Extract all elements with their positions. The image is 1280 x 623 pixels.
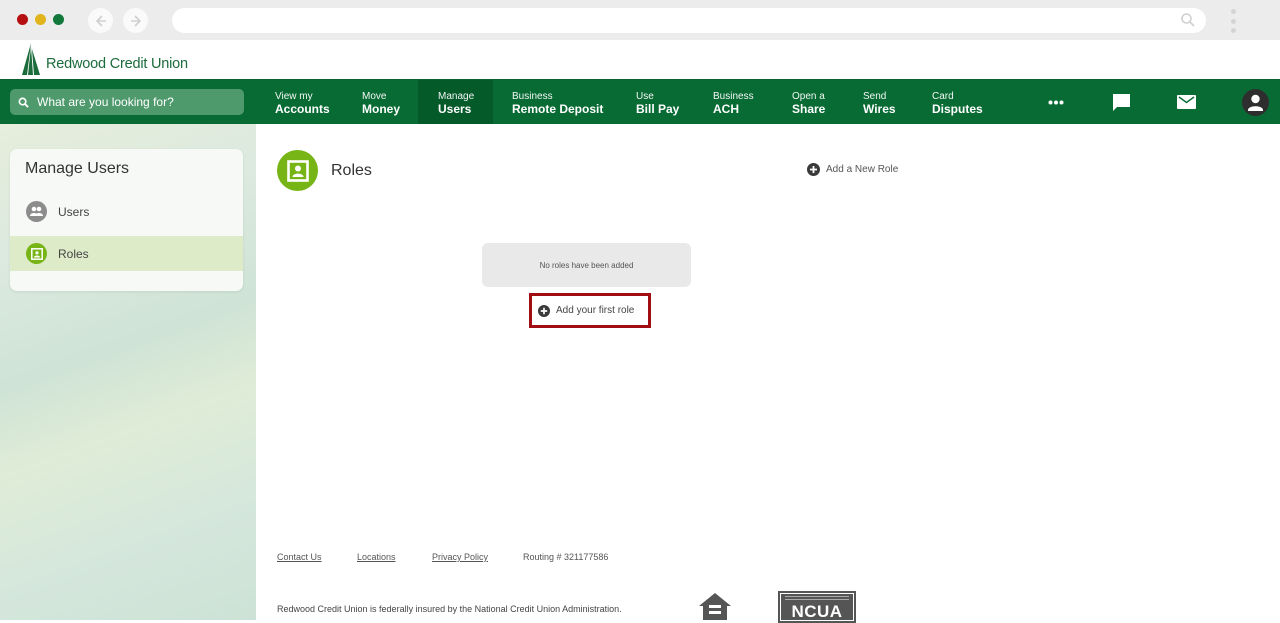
main-navigation: View my Accounts Move Money Manage Users…: [0, 79, 1280, 124]
nav-label-main: Accounts: [275, 102, 330, 116]
nav-move-money[interactable]: Move Money: [362, 80, 400, 124]
insurance-disclaimer: Redwood Credit Union is federally insure…: [277, 604, 622, 614]
chat-button[interactable]: [1110, 80, 1132, 124]
nav-label-top: Use: [636, 91, 654, 102]
footer-link-privacy-policy[interactable]: Privacy Policy: [432, 552, 488, 562]
redwood-tree-icon: [22, 43, 40, 75]
chat-icon: [1112, 93, 1130, 111]
nav-label-top: Move: [362, 91, 387, 102]
nav-view-accounts[interactable]: View my Accounts: [275, 80, 330, 124]
role-badge-icon: [26, 243, 47, 264]
add-new-role-label: Add a New Role: [826, 164, 899, 175]
site-search[interactable]: [10, 89, 244, 115]
nav-label-main: Bill Pay: [636, 102, 680, 116]
add-first-role-button[interactable]: Add your first role: [529, 293, 651, 328]
logo-bar: Redwood Credit Union: [0, 40, 1280, 79]
search-input[interactable]: [37, 95, 227, 109]
browser-menu-button[interactable]: [1230, 9, 1236, 33]
window-close-button[interactable]: [17, 14, 28, 25]
address-bar[interactable]: [172, 8, 1206, 33]
brand-name: Redwood Credit Union: [46, 56, 188, 72]
plus-circle-icon: [807, 163, 820, 176]
browser-forward-button[interactable]: [123, 8, 148, 33]
nav-label-main: Users: [438, 102, 472, 116]
nav-label-top: Open a: [792, 91, 825, 102]
nav-label-main: ACH: [713, 102, 739, 116]
routing-number: Routing # 321177586: [523, 552, 609, 562]
sidebar-title: Manage Users: [25, 160, 130, 177]
more-icon: [1048, 100, 1064, 104]
more-button[interactable]: [1044, 80, 1068, 124]
mail-icon: [1176, 95, 1196, 109]
nav-remote-deposit[interactable]: Business Remote Deposit: [512, 80, 603, 124]
mail-button[interactable]: [1175, 80, 1197, 124]
nav-label-main: Money: [362, 102, 401, 116]
equal-housing-icon: [699, 593, 731, 620]
nav-label-top: Business: [713, 91, 754, 102]
profile-icon: [1241, 88, 1269, 116]
role-badge-icon: [286, 159, 309, 182]
nav-ach[interactable]: Business ACH: [713, 80, 754, 124]
empty-state-message: No roles have been added: [482, 243, 691, 287]
sidebar-item-label: Roles: [58, 246, 89, 261]
search-icon: [18, 97, 29, 108]
profile-button[interactable]: [1241, 80, 1269, 124]
nav-label-top: Card: [932, 91, 954, 102]
sidebar-card: Manage Users Users Roles: [10, 149, 243, 291]
users-icon: [26, 201, 47, 222]
nav-label-main: Disputes: [932, 102, 983, 116]
add-new-role-button[interactable]: Add a New Role: [807, 163, 898, 176]
nav-label-top: Manage: [438, 91, 475, 102]
sidebar-item-roles[interactable]: Roles: [10, 236, 243, 271]
nav-open-share[interactable]: Open a Share: [792, 80, 825, 124]
search-icon: [1181, 13, 1195, 27]
window-maximize-button[interactable]: [53, 14, 64, 25]
plus-circle-icon: [538, 304, 550, 317]
ncua-badge: NCUA: [778, 591, 856, 623]
footer-link-locations[interactable]: Locations: [357, 552, 396, 562]
nav-label-main: Remote Deposit: [512, 102, 604, 116]
roles-page-icon: [277, 150, 318, 191]
nav-card-disputes[interactable]: Card Disputes: [932, 80, 983, 124]
browser-chrome: [0, 0, 1280, 40]
nav-send-wires[interactable]: Send Wires: [863, 80, 896, 124]
nav-label-main: Wires: [863, 102, 896, 116]
arrow-left-icon: [95, 14, 106, 27]
nav-bill-pay[interactable]: Use Bill Pay: [636, 80, 679, 124]
page-title: Roles: [331, 162, 372, 179]
brand-logo[interactable]: Redwood Credit Union: [21, 43, 188, 75]
footer-link-contact-us[interactable]: Contact Us: [277, 552, 322, 562]
nav-manage-users[interactable]: Manage Users: [418, 80, 493, 124]
nav-label-top: View my: [275, 91, 313, 102]
arrow-right-icon: [130, 14, 141, 27]
browser-back-button[interactable]: [88, 8, 113, 33]
sidebar-item-users[interactable]: Users: [10, 194, 243, 229]
window-minimize-button[interactable]: [35, 14, 46, 25]
nav-label-main: Share: [792, 102, 826, 116]
sidebar-item-label: Users: [58, 204, 90, 219]
nav-label-top: Business: [512, 91, 553, 102]
ncua-label: NCUA: [791, 602, 843, 621]
add-first-role-label: Add your first role: [556, 305, 635, 316]
nav-label-top: Send: [863, 91, 887, 102]
